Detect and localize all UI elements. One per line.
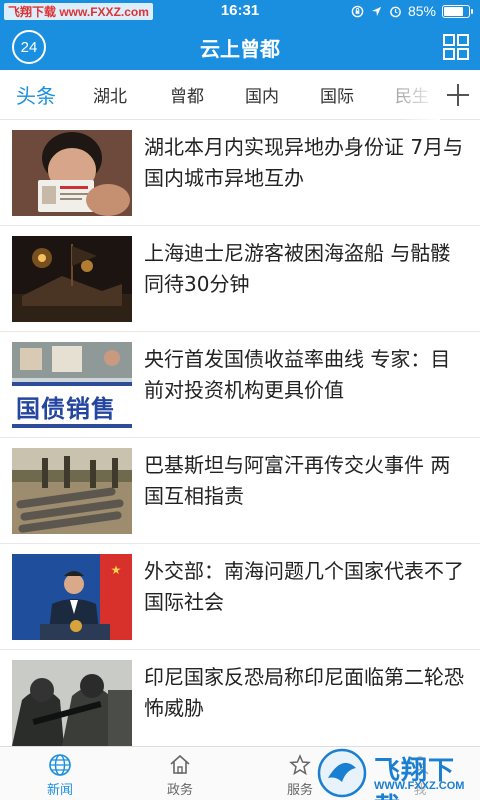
tab-headlines[interactable]: 头条 bbox=[16, 80, 56, 109]
tab-zengdu[interactable]: 曾都 bbox=[170, 82, 204, 107]
tab-hubei[interactable]: 湖北 bbox=[93, 82, 127, 107]
top-bar: 飞翔下载 www.FXXZ.com 16:31 85% 24 云上曾都 bbox=[0, 0, 480, 70]
tab-international[interactable]: 国际 bbox=[320, 82, 354, 107]
battery-fill bbox=[444, 6, 463, 16]
nav-government-label: 政务 bbox=[166, 783, 193, 798]
news-list: 湖北本月内实现异地办身份证 7月与国内城市异地互办 上海迪士尼游客被困海盗船 与… bbox=[0, 120, 480, 746]
nav-government[interactable]: 政务 bbox=[132, 753, 228, 798]
category-tabs: 头条 湖北 曾都 国内 国际 民生 bbox=[0, 70, 480, 120]
news-headline: 上海迪士尼游客被困海盗船 与骷髅同待30分钟 bbox=[144, 241, 451, 296]
news-headline: 巴基斯坦与阿富汗再传交火事件 两国互相指责 bbox=[144, 453, 451, 508]
app-header: 24 云上曾都 bbox=[0, 24, 480, 70]
tab-domestic[interactable]: 国内 bbox=[245, 82, 279, 107]
list-item[interactable]: 上海迪士尼游客被困海盗船 与骷髅同待30分钟 bbox=[0, 226, 480, 332]
list-item[interactable]: 巴基斯坦与阿富汗再传交火事件 两国互相指责 bbox=[0, 438, 480, 544]
id-card-image bbox=[12, 130, 132, 216]
news-headline: 外交部：南海问题几个国家代表不了国际社会 bbox=[144, 559, 464, 614]
battery-icon bbox=[442, 4, 473, 18]
press-conference-image: ★ bbox=[12, 554, 132, 640]
star-icon bbox=[289, 754, 311, 776]
news-headline: 央行首发国债收益率曲线 专家：目前对投资机构更具价值 bbox=[144, 347, 451, 402]
news-thumbnail: ★ bbox=[12, 554, 132, 640]
nav-news[interactable]: 新闻 bbox=[12, 753, 108, 798]
news-thumbnail bbox=[12, 130, 132, 216]
list-item[interactable]: 印尼国家反恐局称印尼面临第二轮恐怖威胁 bbox=[0, 650, 480, 746]
pirate-ship-image bbox=[12, 236, 132, 322]
svg-text:★: ★ bbox=[111, 563, 122, 577]
news-thumbnail bbox=[12, 236, 132, 322]
rotation-lock-icon bbox=[351, 5, 364, 17]
news-headline: 印尼国家反恐局称印尼面临第二轮恐怖威胁 bbox=[144, 665, 464, 720]
location-icon bbox=[371, 6, 382, 16]
site-watermark: 飞翔下载 WWW.FXXZ.COM bbox=[312, 746, 472, 800]
news-thumbnail bbox=[12, 660, 132, 746]
page-title: 云上曾都 bbox=[200, 37, 280, 61]
home-icon bbox=[170, 754, 190, 774]
news-headline: 湖北本月内实现异地办身份证 7月与国内城市异地互办 bbox=[144, 135, 464, 190]
nav-news-label: 新闻 bbox=[46, 783, 73, 798]
status-right: 85% bbox=[351, 3, 473, 19]
tabs-fade bbox=[400, 70, 440, 120]
watermark-logo bbox=[317, 748, 367, 798]
battery-percent: 85% bbox=[407, 3, 436, 19]
watermark-url: WWW.FXXZ.COM bbox=[374, 780, 465, 792]
soldiers-image bbox=[12, 448, 132, 534]
news-thumbnail: 国债销售 bbox=[12, 342, 132, 428]
status-bar: 飞翔下载 www.FXXZ.com 16:31 85% bbox=[0, 0, 480, 24]
list-item[interactable]: 国债销售 央行首发国债收益率曲线 专家：目前对投资机构更具价值 bbox=[0, 332, 480, 438]
news-thumbnail bbox=[12, 448, 132, 534]
plus-icon[interactable] bbox=[444, 81, 472, 109]
bond-sales-sign-text: 国债销售 bbox=[16, 395, 116, 423]
grid-icon[interactable] bbox=[442, 33, 470, 61]
nav-services-label: 服务 bbox=[286, 783, 313, 798]
list-item[interactable]: ★ 外交部：南海问题几个国家代表不了国际社会 bbox=[0, 544, 480, 650]
globe-icon bbox=[49, 754, 71, 776]
watermark-title: 飞翔下载 bbox=[374, 756, 456, 800]
list-item[interactable]: 湖北本月内实现异地办身份证 7月与国内城市异地互办 bbox=[0, 120, 480, 226]
alarm-icon bbox=[390, 6, 401, 17]
armed-police-image bbox=[12, 660, 132, 746]
